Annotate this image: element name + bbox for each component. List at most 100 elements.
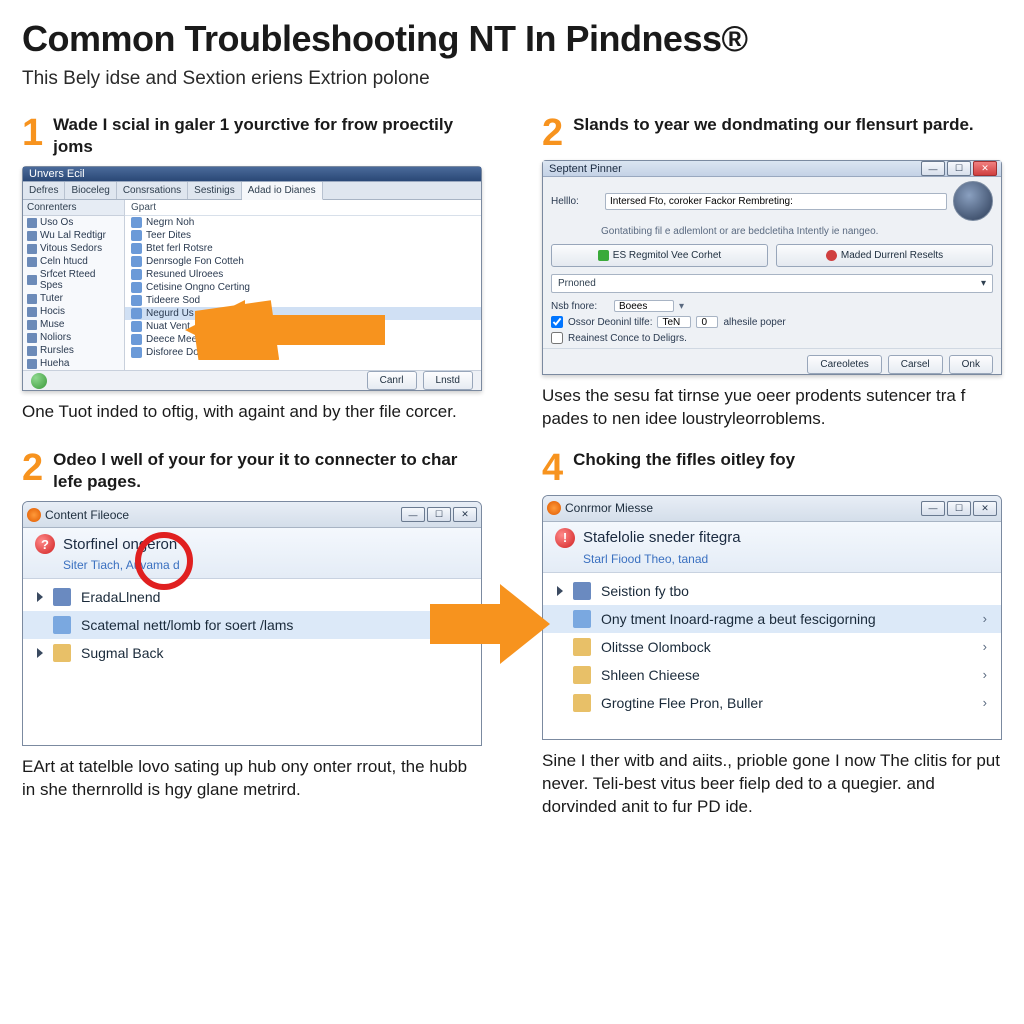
file-icon [131, 217, 142, 228]
folder-icon [53, 644, 71, 662]
sidebar-item[interactable]: Muse [23, 318, 124, 331]
list-item[interactable]: Btet ferl Rotsre [125, 242, 481, 255]
folder-icon [27, 320, 37, 330]
folder-icon [27, 275, 37, 285]
app-icon [27, 508, 41, 522]
file-icon [53, 616, 71, 634]
folder-icon [27, 257, 37, 267]
sidebar-item[interactable]: Noliors [23, 331, 124, 344]
avatar [953, 181, 993, 221]
app-icon [547, 501, 561, 515]
nb-input[interactable] [614, 300, 674, 312]
list-item[interactable]: Olitsse Olombock› [543, 633, 1001, 661]
header: ! Stafelolie sneder fitegra Starl Fiood … [543, 522, 1001, 573]
list-item[interactable]: Shleen Chieese› [543, 661, 1001, 689]
list-item[interactable]: Negrn Noh [125, 216, 481, 229]
chevron-down-icon: ▾ [981, 278, 986, 289]
checkbox[interactable] [551, 332, 563, 344]
list-item-selected[interactable]: Scatemal nett/lomb for soert /lams [23, 611, 481, 639]
tn-input[interactable] [657, 316, 691, 328]
reset-button[interactable]: Maded Durrenl Reselts [776, 244, 993, 267]
tab[interactable]: Defres [23, 182, 65, 199]
list-item[interactable]: Seistion fy tbo [543, 577, 1001, 605]
list: EradaLlnend Scatemal nett/lomb for soert… [23, 579, 481, 745]
sidebar-item[interactable]: Tuter [23, 292, 124, 305]
file-icon [131, 334, 142, 345]
list-item[interactable]: EradaLlnend [23, 583, 481, 611]
arrow-icon [185, 295, 385, 365]
folder-icon [27, 346, 37, 356]
file-icon [131, 347, 142, 358]
cancel-button[interactable]: Carsel [888, 355, 943, 374]
sidebar: Conrenters Uso Os Wu Lal Redtigr Vitous … [23, 200, 125, 370]
step-2-bottom: 2 Odeo l well of your for your it to con… [22, 449, 482, 819]
minimize-button[interactable]: — [921, 161, 945, 176]
sidebar-item[interactable]: Wu Lal Redtigr [23, 229, 124, 242]
sidebar-item[interactable]: Uso Os [23, 216, 124, 229]
go-icon[interactable] [31, 373, 47, 389]
list-item[interactable]: Denrsogle Fon Cotteh [125, 255, 481, 268]
expand-icon [37, 592, 43, 602]
panel-header: Gpart [125, 200, 481, 216]
list-item[interactable]: Grogtine Flee Pron, Buller› [543, 689, 1001, 717]
page-title: Common Troubleshooting NT In Pindness® [22, 18, 1002, 60]
chevron-down-icon: ▾ [679, 301, 684, 312]
tab[interactable]: Consrsations [117, 182, 188, 199]
close-button[interactable]: ✕ [973, 161, 997, 176]
list-item-selected[interactable]: Ony tment Inoard-ragme a beut fescigorni… [543, 605, 1001, 633]
close-button[interactable]: ✕ [973, 501, 997, 516]
label: Reainest Conce to Deligrs. [568, 333, 687, 344]
step-2-top: 2 Slands to year we dondmating our flens… [542, 114, 1002, 431]
label: alhesile poper [723, 317, 785, 328]
step-heading: Choking the fifles oitley foy [573, 449, 795, 487]
sub-link[interactable]: Siter Tiach, Auvama d [35, 554, 469, 572]
folder-icon [573, 666, 591, 684]
list-item[interactable]: Resuned Ulroees [125, 268, 481, 281]
chevron-right-icon: › [983, 611, 987, 626]
ok-button[interactable]: Lnstd [423, 371, 473, 390]
register-button[interactable]: ES Regmitol Vee Corhet [551, 244, 768, 267]
sidebar-item[interactable]: Hocis [23, 305, 124, 318]
sidebar-item[interactable]: Celn htucd [23, 255, 124, 268]
step-heading: Slands to year we dondmating our flensur… [573, 114, 974, 152]
minimize-button[interactable]: — [921, 501, 945, 516]
hello-input[interactable] [605, 193, 947, 210]
folder-icon [573, 694, 591, 712]
sidebar-item[interactable]: Hueha [23, 357, 124, 370]
tab[interactable]: Bioceleg [65, 182, 116, 199]
close-button[interactable]: ✕ [453, 507, 477, 522]
list-item[interactable]: Sugmal Back [23, 639, 481, 667]
dialog-window: Septent Pinner — ☐ ✕ Helllo: Gontatibing… [542, 160, 1002, 375]
sub-link[interactable]: Starl Fiood Theo, tanad [555, 548, 989, 566]
header-text: Stafelolie sneder fitegra [583, 529, 741, 546]
titlebar: Unvers Ecil [23, 167, 481, 182]
file-icon [131, 321, 142, 332]
list-item[interactable]: Teer Dites [125, 229, 481, 242]
zero-input[interactable] [696, 316, 718, 328]
file-icon [131, 308, 142, 319]
tab-active[interactable]: Adad io Dianes [242, 182, 323, 200]
maximize-button[interactable]: ☐ [427, 507, 451, 522]
sidebar-item[interactable]: Rursles [23, 344, 124, 357]
window-title: Content Fileoce [45, 508, 401, 522]
chevron-right-icon: › [983, 667, 987, 682]
warning-icon [826, 250, 837, 261]
folder-icon [573, 638, 591, 656]
tab[interactable]: Sestinigs [188, 182, 242, 199]
cancel-button[interactable]: Canrl [367, 371, 417, 390]
maximize-button[interactable]: ☐ [947, 501, 971, 516]
maximize-button[interactable]: ☐ [947, 161, 971, 176]
caption: One Tuot inded to oftig, with againt and… [22, 401, 482, 424]
list-item[interactable]: Cetisine Ongno Certing [125, 281, 481, 294]
dropdown[interactable]: Prnoned▾ [551, 274, 993, 293]
sidebar-item[interactable]: Vitous Sedors [23, 242, 124, 255]
checkbox[interactable] [551, 316, 563, 328]
complete-button[interactable]: Careoletes [807, 355, 881, 374]
ok-button[interactable]: Onk [949, 355, 993, 374]
step-4: 4 Choking the fifles oitley foy Conrmor … [542, 449, 1002, 819]
folder-icon [27, 333, 37, 343]
list: Seistion fy tbo Ony tment Inoard-ragme a… [543, 573, 1001, 739]
chevron-right-icon: › [983, 695, 987, 710]
minimize-button[interactable]: — [401, 507, 425, 522]
sidebar-item[interactable]: Srfcet Rteed Spes [23, 268, 124, 292]
